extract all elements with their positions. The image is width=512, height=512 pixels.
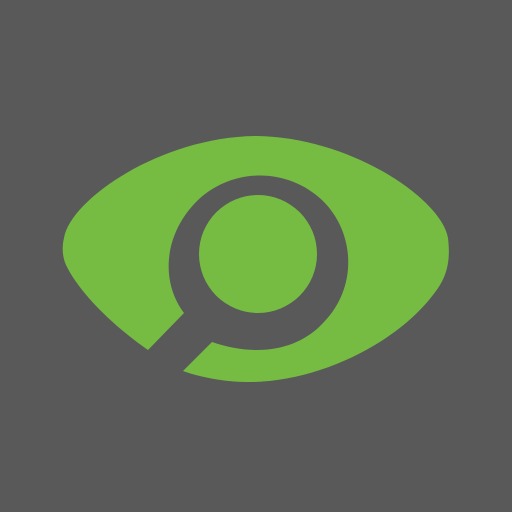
- pupil: [199, 195, 317, 313]
- eye-magnifier-icon: [0, 0, 512, 512]
- app-icon: [0, 0, 512, 512]
